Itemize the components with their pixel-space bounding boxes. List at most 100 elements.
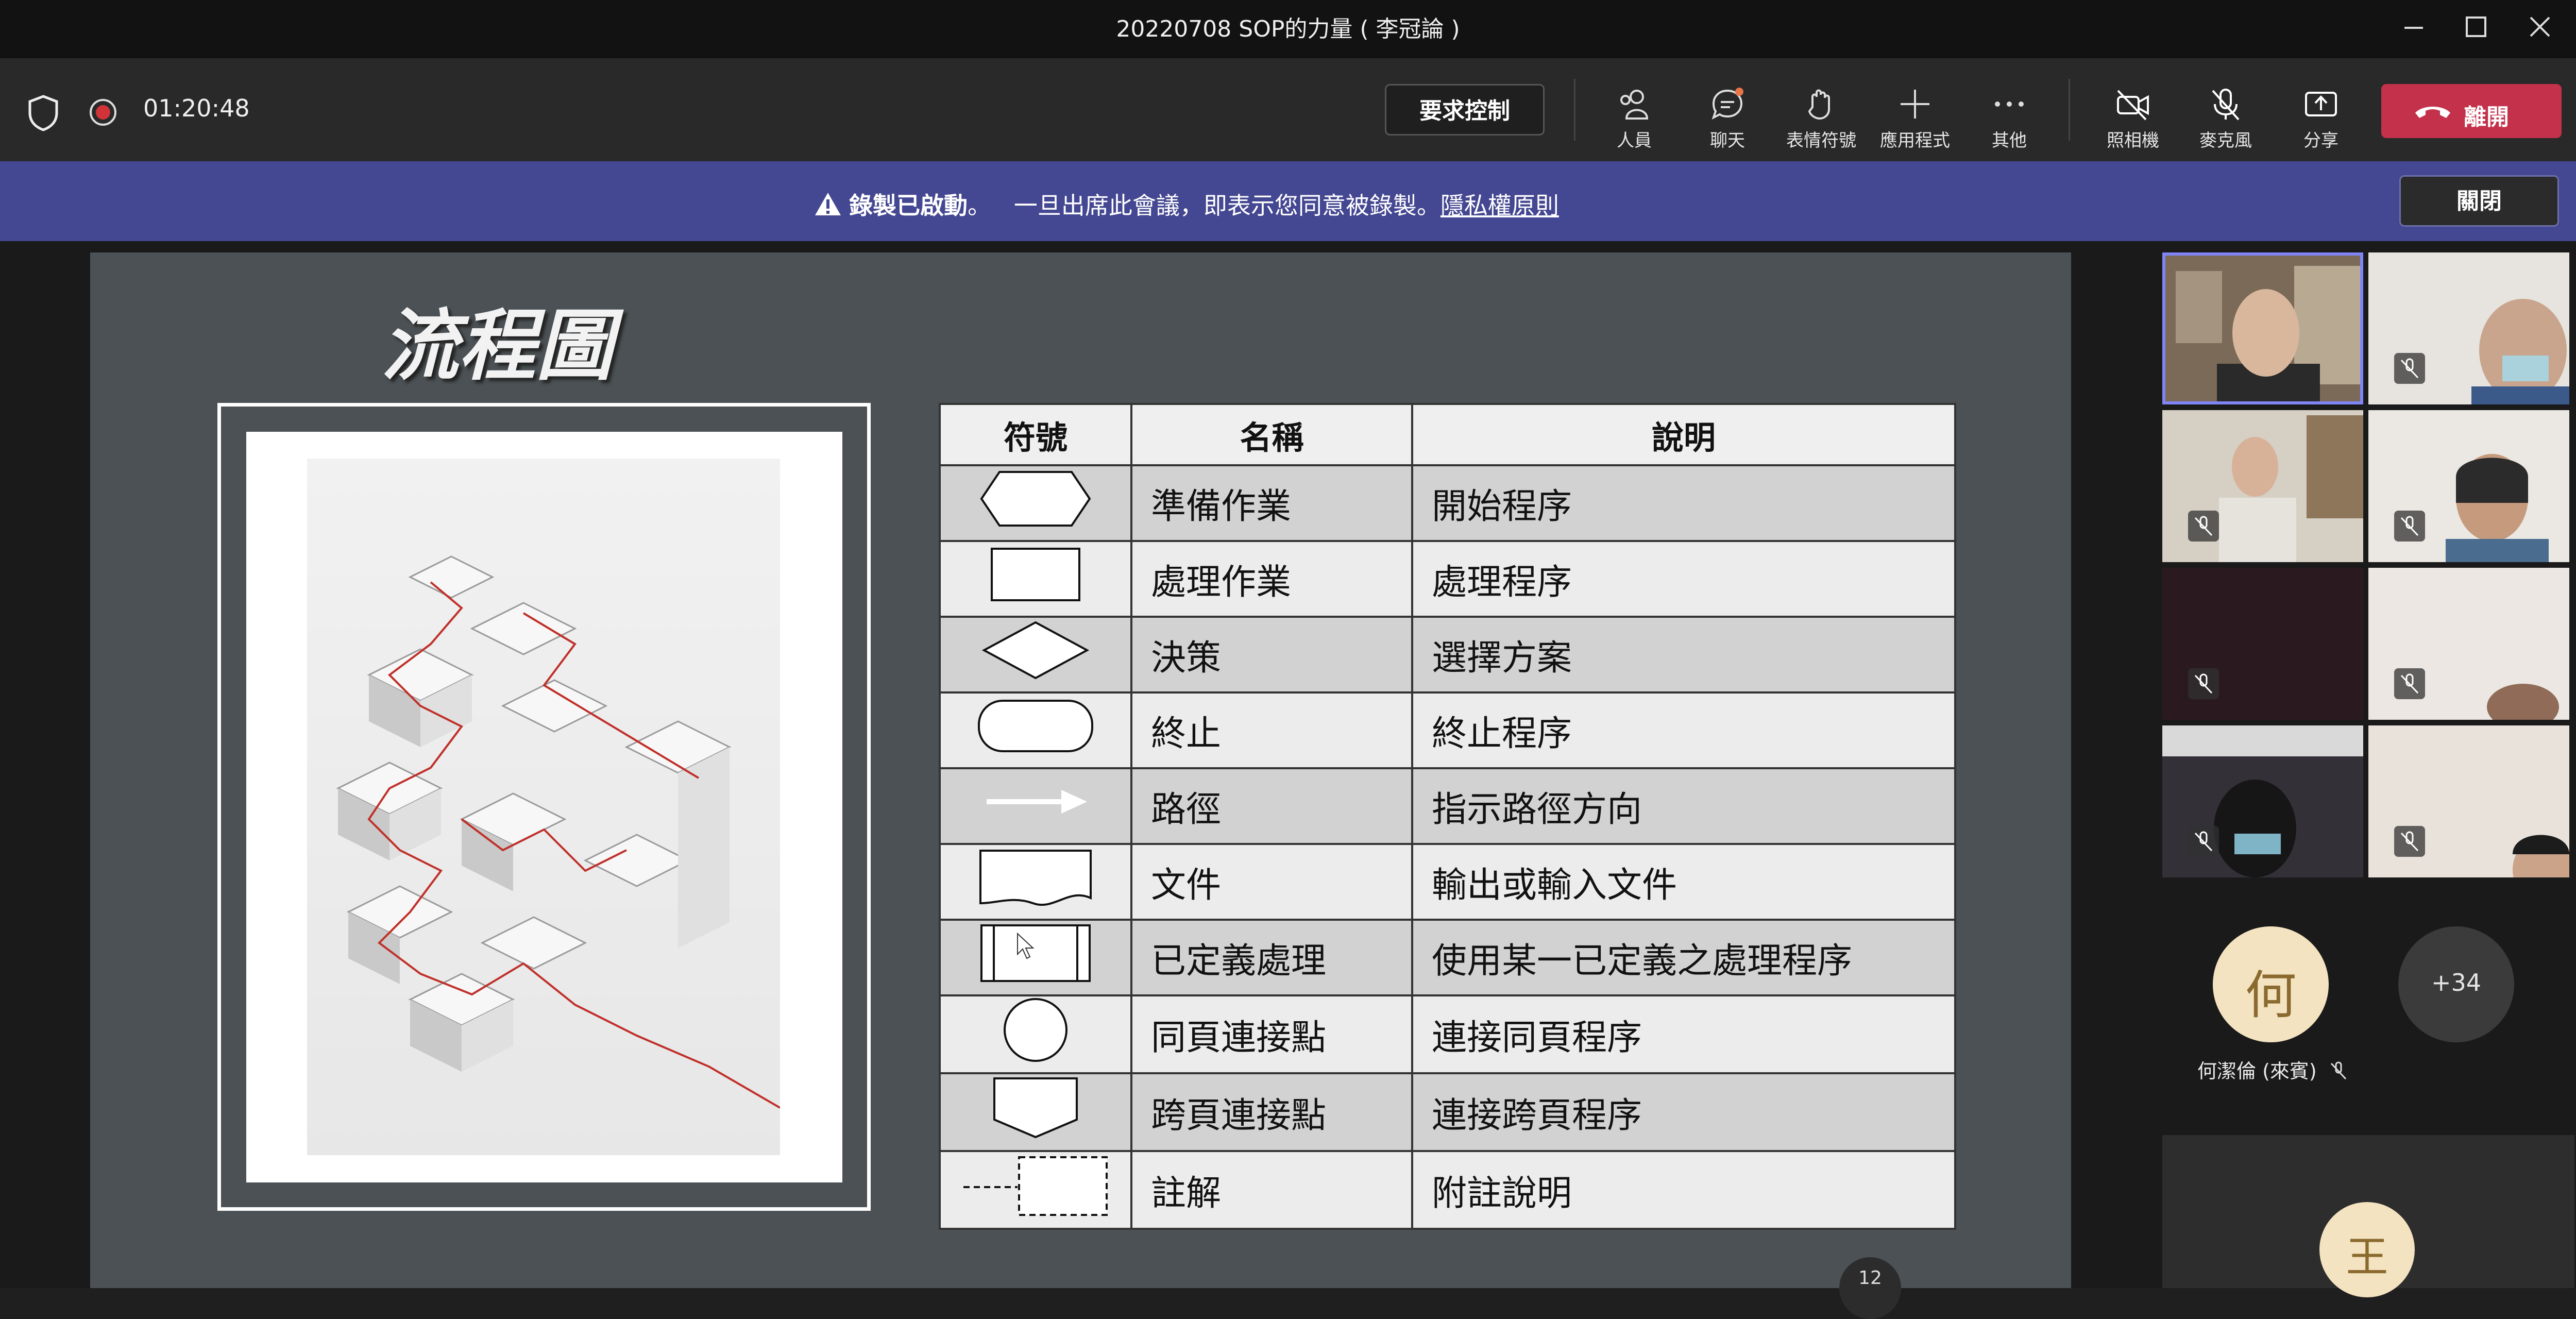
share-button[interactable]: 分享 bbox=[2277, 79, 2365, 156]
rectangle-icon bbox=[991, 548, 1080, 601]
video-tile[interactable] bbox=[2162, 725, 2363, 877]
more-button[interactable]: 其他 bbox=[1965, 79, 2053, 156]
maximize-icon bbox=[2466, 16, 2486, 37]
shield-icon[interactable] bbox=[27, 94, 60, 131]
name-cell: 已定義處理 bbox=[1130, 919, 1413, 996]
offpage-connector-icon bbox=[993, 1077, 1078, 1139]
symbol-cell bbox=[939, 1150, 1132, 1230]
mic-off-icon bbox=[2330, 1061, 2346, 1080]
name-cell: 跨頁連接點 bbox=[1130, 1072, 1413, 1152]
avatar-initial: 何 bbox=[2245, 965, 2297, 1025]
leave-button[interactable]: 離開 bbox=[2381, 84, 2562, 138]
video-tile[interactable] bbox=[2368, 725, 2569, 877]
video-tile[interactable] bbox=[2368, 410, 2569, 562]
video-tile[interactable] bbox=[2162, 568, 2363, 720]
mic-off-icon bbox=[2194, 673, 2213, 694]
video-tile[interactable] bbox=[2368, 568, 2569, 720]
camera-label: 照相機 bbox=[2107, 130, 2159, 151]
symbol-cell bbox=[939, 843, 1132, 921]
people-label: 人員 bbox=[1617, 130, 1652, 151]
name-cell: 處理作業 bbox=[1130, 540, 1413, 618]
video-tile-active-speaker[interactable] bbox=[2162, 252, 2363, 404]
name-cell: 準備作業 bbox=[1130, 464, 1413, 542]
hexagon-icon bbox=[980, 471, 1091, 527]
symbol-cell bbox=[939, 616, 1132, 694]
flowchart-symbol-table: 符號 名稱 說明 準備作業 開始程序 處理作業 處理程序 決策 選擇方案 終止 … bbox=[939, 403, 1956, 1230]
chat-button[interactable]: 聊天 bbox=[1684, 79, 1771, 156]
terminator-icon bbox=[978, 700, 1093, 752]
more-icon bbox=[1995, 102, 2024, 107]
camera-button[interactable]: 照相機 bbox=[2089, 79, 2177, 156]
request-control-button[interactable]: 要求控制 bbox=[1385, 84, 1545, 136]
muted-indicator bbox=[2188, 826, 2219, 857]
participant-tile[interactable]: 王 bbox=[2162, 1135, 2574, 1297]
participant-name-text: 何潔倫 (來賓) bbox=[2197, 1060, 2317, 1083]
name-cell: 終止 bbox=[1130, 691, 1413, 769]
minimize-icon bbox=[2404, 27, 2423, 29]
reactions-label: 表情符號 bbox=[1786, 130, 1856, 151]
muted-indicator bbox=[2394, 353, 2425, 384]
table-row: 準備作業 開始程序 bbox=[939, 464, 1956, 542]
video-tile[interactable] bbox=[2368, 252, 2569, 404]
name-cell: 文件 bbox=[1130, 843, 1413, 921]
arrow-icon bbox=[987, 790, 1087, 814]
muted-indicator bbox=[2188, 668, 2219, 699]
share-icon bbox=[2305, 92, 2337, 116]
people-button[interactable]: 人員 bbox=[1590, 79, 1678, 156]
header-symbol: 符號 bbox=[939, 403, 1132, 466]
symbol-cell bbox=[939, 919, 1132, 996]
table-row: 終止 終止程序 bbox=[939, 691, 1956, 769]
avatar-initial: 王 bbox=[2346, 1233, 2388, 1282]
chat-icon bbox=[1711, 88, 1743, 120]
people-icon bbox=[1620, 90, 1649, 120]
slide-page-indicator: 12 bbox=[1839, 1257, 1901, 1319]
symbol-cell bbox=[939, 767, 1132, 845]
muted-indicator bbox=[2188, 511, 2219, 542]
mic-off-icon bbox=[2400, 831, 2419, 852]
header-name: 名稱 bbox=[1130, 403, 1413, 466]
table-row: 決策 選擇方案 bbox=[939, 616, 1956, 694]
video-tile[interactable] bbox=[2162, 410, 2363, 562]
name-cell: 決策 bbox=[1130, 616, 1413, 694]
apps-button[interactable]: 應用程式 bbox=[1871, 79, 1959, 156]
mic-off-icon bbox=[2194, 516, 2213, 536]
microphone-button[interactable]: 麥克風 bbox=[2182, 79, 2269, 156]
name-cell: 同頁連接點 bbox=[1130, 994, 1413, 1074]
description-cell: 開始程序 bbox=[1411, 464, 1956, 542]
privacy-policy-link[interactable]: 隱私權原則 bbox=[1440, 192, 1559, 219]
close-window-button[interactable] bbox=[2517, 9, 2563, 45]
title-bar: 20220708 SOP的力量 ( 李冠論 ) bbox=[0, 0, 2576, 58]
window-title: 20220708 SOP的力量 ( 李冠論 ) bbox=[1116, 16, 1460, 42]
description-cell: 輸出或輸入文件 bbox=[1411, 843, 1956, 921]
muted-indicator bbox=[2394, 826, 2425, 857]
table-row: 文件 輸出或輸入文件 bbox=[939, 843, 1956, 921]
recording-message: 錄製已啟動。 一旦出席此會議，即表示您同意被錄製。隱私權原則 bbox=[814, 187, 1559, 221]
symbol-cell bbox=[939, 464, 1132, 542]
mic-off-icon bbox=[2400, 673, 2419, 694]
table-row: 註解 附註說明 bbox=[939, 1150, 1956, 1230]
header-description: 說明 bbox=[1411, 403, 1956, 466]
table-row: 跨頁連接點 連接跨頁程序 bbox=[939, 1072, 1956, 1152]
reactions-button[interactable]: 表情符號 bbox=[1777, 79, 1865, 156]
participant-avatar: 王 bbox=[2319, 1202, 2415, 1297]
more-participants-button[interactable]: +34 bbox=[2398, 926, 2514, 1042]
maximize-button[interactable] bbox=[2452, 9, 2499, 45]
symbol-cell bbox=[939, 691, 1132, 769]
recording-started-text: 錄製已啟動 bbox=[849, 192, 968, 219]
mic-off-icon bbox=[2400, 358, 2419, 379]
name-cell: 路徑 bbox=[1130, 767, 1413, 845]
description-cell: 附註說明 bbox=[1411, 1150, 1956, 1230]
table-row: 已定義處理 使用某一已定義之處理程序 bbox=[939, 919, 1956, 996]
recording-sep: 。 bbox=[968, 192, 991, 219]
participant-avatar[interactable]: 何 bbox=[2213, 926, 2329, 1042]
minimize-button[interactable] bbox=[2391, 9, 2437, 45]
symbol-cell bbox=[939, 1072, 1132, 1152]
diamond-icon bbox=[981, 621, 1090, 680]
description-cell: 選擇方案 bbox=[1411, 616, 1956, 694]
banner-close-button[interactable]: 關閉 bbox=[2399, 175, 2559, 227]
muted-indicator bbox=[2394, 511, 2425, 542]
slide-title: 流程圖 bbox=[381, 300, 614, 391]
page-number: 12 bbox=[1858, 1267, 1882, 1289]
name-cell: 註解 bbox=[1130, 1150, 1413, 1230]
mic-off-icon bbox=[2212, 89, 2240, 121]
